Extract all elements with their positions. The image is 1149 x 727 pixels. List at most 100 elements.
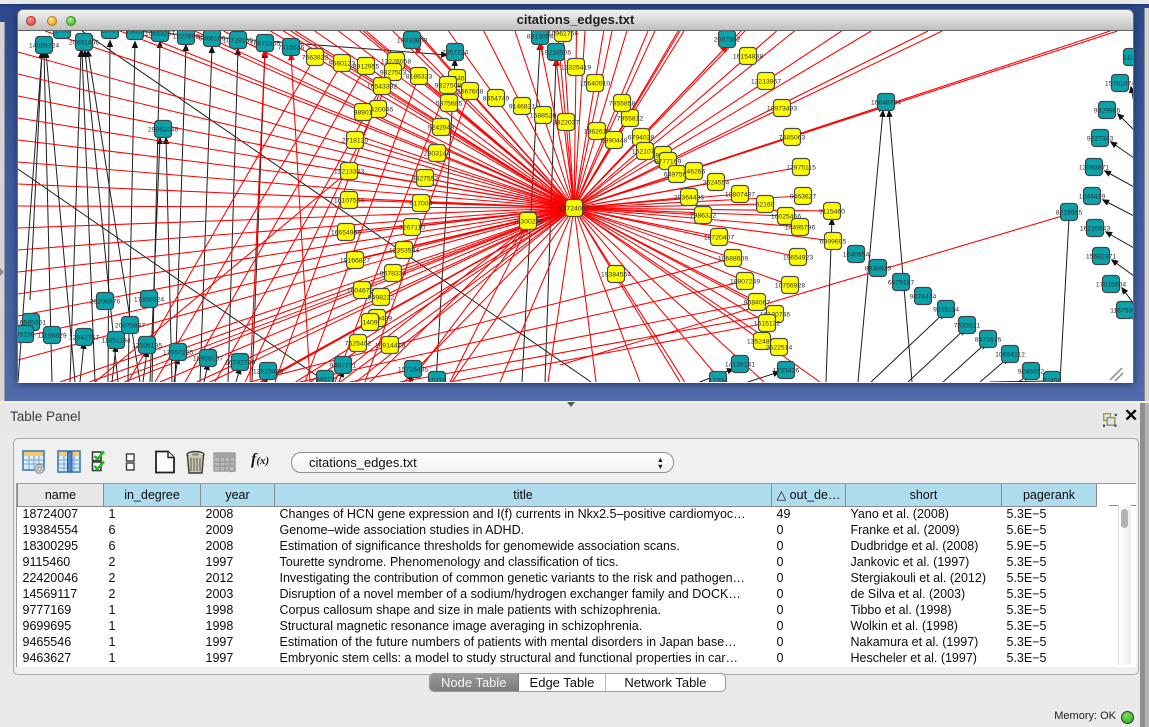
svg-text:9327503: 9327503 [380, 69, 407, 76]
svg-text:10653: 10653 [126, 31, 145, 35]
svg-text:417004: 417004 [410, 200, 433, 207]
svg-text:12923446: 12923446 [253, 368, 283, 375]
svg-text:2803144: 2803144 [424, 150, 451, 157]
svg-text:14136141: 14136141 [725, 361, 755, 368]
svg-text:16107554: 16107554 [334, 197, 364, 204]
svg-text:6466160: 6466160 [199, 35, 226, 42]
svg-text:1588520: 1588520 [530, 112, 557, 119]
svg-text:39159: 39159 [18, 331, 35, 338]
svg-text:1705: 1705 [54, 31, 69, 34]
svg-text:92456: 92456 [1043, 377, 1062, 382]
svg-text:11156829: 11156829 [37, 332, 66, 339]
svg-text:7632621: 7632621 [954, 322, 981, 329]
svg-text:7986322: 7986322 [690, 212, 717, 219]
svg-text:6999695: 6999695 [820, 238, 847, 245]
svg-text:10654112: 10654112 [995, 351, 1025, 358]
svg-text:10688609: 10688609 [718, 255, 748, 262]
svg-text:8938923: 8938923 [865, 265, 892, 272]
svg-text:8471676: 8471676 [975, 336, 1002, 343]
svg-text:1615132: 1615132 [754, 320, 781, 327]
svg-text:3624554: 3624554 [703, 179, 730, 186]
svg-text:7663822: 7663822 [302, 54, 329, 61]
svg-text:8427552: 8427552 [412, 175, 439, 182]
svg-text:746266: 746266 [683, 168, 706, 175]
svg-text:10756928: 10756928 [775, 282, 805, 289]
svg-text:9660123: 9660123 [329, 60, 356, 67]
svg-text:16671355: 16671355 [250, 40, 280, 47]
svg-text:15692971: 15692971 [1086, 253, 1116, 260]
svg-text:3267110: 3267110 [399, 224, 425, 231]
svg-text:9115460: 9115460 [819, 208, 845, 215]
svg-text:19654923: 19654923 [783, 254, 813, 261]
svg-text:7515526: 7515526 [278, 44, 305, 51]
svg-text:16914479: 16914479 [375, 342, 405, 349]
svg-text:16782759: 16782759 [225, 359, 255, 366]
svg-text:12975115: 12975115 [786, 164, 816, 171]
svg-text:10807487: 10807487 [725, 191, 755, 198]
svg-text:16543382: 16543382 [367, 83, 397, 90]
svg-text:13325419: 13325419 [561, 64, 591, 71]
svg-text:17957225: 17957225 [163, 349, 193, 356]
svg-text:12213967: 12213967 [751, 78, 781, 85]
svg-text:16210643: 16210643 [1080, 225, 1110, 232]
svg-text:62160: 62160 [756, 201, 775, 208]
svg-text:8912955: 8912955 [353, 63, 380, 70]
svg-text:6879197: 6879197 [888, 279, 915, 286]
svg-text:11123: 11123 [1123, 54, 1133, 61]
svg-text:10719155: 10719155 [223, 37, 253, 44]
svg-text:10653267: 10653267 [145, 31, 175, 37]
svg-text:9146821: 9146821 [509, 103, 536, 110]
svg-text:17359924: 17359924 [134, 296, 164, 303]
svg-text:20691406: 20691406 [69, 39, 99, 46]
svg-text:5875685: 5875685 [436, 100, 463, 107]
svg-text:19218506: 19218506 [541, 49, 571, 56]
svg-text:17334: 17334 [709, 377, 728, 382]
svg-text:18807249: 18807249 [730, 278, 760, 285]
svg-text:16033809: 16033809 [397, 37, 427, 44]
svg-text:16154838: 16154838 [733, 53, 763, 60]
svg-text:18724007: 18724007 [559, 205, 589, 212]
svg-text:11451194: 11451194 [101, 337, 130, 344]
svg-text:10958107: 10958107 [193, 355, 223, 362]
svg-text:9474444: 9474444 [910, 293, 937, 300]
svg-text:15716485: 15716485 [398, 366, 428, 373]
svg-text:8322037: 8322037 [553, 119, 580, 126]
svg-text:9227343: 9227343 [1087, 135, 1114, 142]
svg-text:7485063: 7485063 [779, 134, 806, 141]
svg-text:9242848: 9242848 [428, 124, 455, 131]
svg-text:6794028: 6794028 [628, 134, 655, 141]
svg-text:7625402: 7625402 [345, 340, 372, 347]
svg-text:9084067: 9084067 [744, 299, 771, 306]
svg-text:14495796: 14495796 [785, 224, 815, 231]
svg-text:8454749: 8454749 [483, 95, 510, 102]
svg-text:1527602: 1527602 [173, 33, 200, 40]
svg-text:1733426: 1733426 [773, 367, 800, 374]
svg-text:2522514: 2522514 [766, 344, 793, 351]
svg-text:7955812: 7955812 [617, 115, 644, 122]
svg-text:2718120: 2718120 [342, 137, 369, 144]
svg-text:17016504: 17016504 [1096, 281, 1126, 288]
svg-text:16648784: 16648784 [871, 99, 901, 106]
svg-text:16654966: 16654966 [331, 229, 361, 236]
svg-text:9329966: 9329966 [1094, 107, 1121, 114]
svg-text:10961766: 10961766 [548, 31, 578, 37]
svg-text:12093871: 12093871 [1079, 164, 1109, 171]
svg-text:8678334: 8678334 [380, 270, 407, 277]
svg-text:25300235: 25300235 [513, 218, 543, 225]
svg-text:2087652: 2087652 [714, 36, 741, 43]
svg-text:19384554: 19384554 [601, 271, 631, 278]
svg-text:9777169: 9777169 [655, 158, 682, 165]
svg-text:9498222: 9498222 [368, 294, 395, 301]
svg-text:20206576: 20206576 [90, 298, 120, 305]
svg-text:7955858: 7955858 [609, 100, 636, 107]
svg-text:19166827: 19166827 [340, 257, 370, 264]
svg-text:2867608: 2867608 [457, 88, 484, 95]
svg-text:9235114: 9235114 [933, 306, 959, 313]
svg-text:15640910: 15640910 [580, 80, 610, 87]
svg-text:12505135: 12505135 [132, 342, 162, 349]
svg-text:11675333: 11675333 [1110, 307, 1133, 314]
svg-text:7357224: 7357224 [442, 49, 469, 56]
svg-text:12942757: 12942757 [69, 334, 99, 341]
svg-text:98901: 98901 [354, 109, 373, 116]
svg-text:9463627: 9463627 [790, 193, 817, 200]
